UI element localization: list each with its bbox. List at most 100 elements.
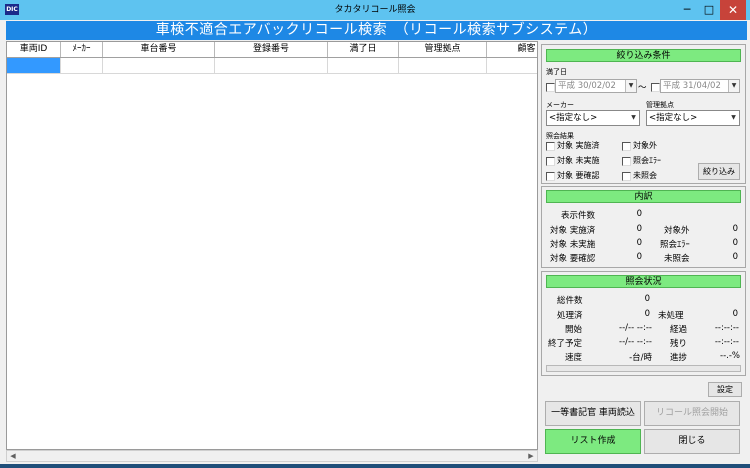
progress-label: 進捗 xyxy=(670,353,688,363)
close-button[interactable]: 閉じる xyxy=(644,429,740,454)
read-vehicles-button[interactable]: 一等書記官 車両読込 xyxy=(545,401,641,426)
expiry-filter-checkbox[interactable] xyxy=(546,83,555,92)
expiry-from-value: 平成 30/02/02 xyxy=(558,81,616,91)
maximize-button[interactable]: □ xyxy=(698,0,720,20)
speed-value: -台/時 xyxy=(629,353,652,363)
query-status-panel: 照会状況 総件数 0 処理済 0 未処理 0 開始 --/-- --:-- 経過… xyxy=(541,271,746,376)
scroll-right-icon[interactable]: ▶ xyxy=(525,451,537,461)
breakdown-value-not-queried: 0 xyxy=(732,252,738,262)
window-title: タカタリコール照会 xyxy=(334,5,416,15)
checkbox-target-needs-check[interactable] xyxy=(546,172,555,181)
remaining-label: 残り xyxy=(670,339,688,349)
breakdown-panel: 内訳 表示件数 0 対象 実施済 0 対象外 0 対象 未実施 0 照会ｴﾗｰ … xyxy=(541,186,746,268)
unprocessed-label: 未処理 xyxy=(658,311,684,321)
checkbox-label-not-queried: 未照会 xyxy=(633,171,657,180)
vehicle-grid[interactable]: 車両ID ﾒｰｶｰ 車台番号 登録番号 満了日 管理拠点 顧客 xyxy=(6,41,538,450)
checkbox-label-target-pending: 対象 未実施 xyxy=(557,156,600,165)
breakdown-value-target-pending: 0 xyxy=(636,238,642,248)
filter-panel: 絞り込み条件 満了日 平成 30/02/02 ▼ ～ 平成 31/04/02 ▼… xyxy=(541,44,746,184)
breakdown-header: 内訳 xyxy=(546,190,741,203)
start-time-value: --/-- --:-- xyxy=(619,323,652,333)
horizontal-scrollbar[interactable]: ◀ ▶ xyxy=(6,450,538,462)
status-header: 照会状況 xyxy=(546,275,741,288)
breakdown-label-target-pending: 対象 未実施 xyxy=(550,240,596,250)
column-header-customer[interactable]: 顧客 xyxy=(487,42,537,57)
expiry-from-date[interactable]: 平成 30/02/02 ▼ xyxy=(555,79,637,93)
taskbar-strip xyxy=(0,464,750,468)
expiry-to-value: 平成 31/04/02 xyxy=(663,81,721,91)
expiry-to-checkbox[interactable] xyxy=(651,83,660,92)
unprocessed-value: 0 xyxy=(732,309,738,319)
table-cell[interactable] xyxy=(328,58,399,73)
base-select-value: <指定なし> xyxy=(649,113,698,123)
scroll-left-icon[interactable]: ◀ xyxy=(7,451,19,461)
breakdown-label-query-error: 照会ｴﾗｰ xyxy=(660,240,690,250)
checkbox-label-query-error: 照会ｴﾗｰ xyxy=(633,156,661,165)
maker-label: メーカー xyxy=(546,101,574,109)
create-list-button[interactable]: リスト作成 xyxy=(545,429,641,454)
title-bar: DIC タカタリコール照会 ─ □ ✕ xyxy=(0,0,750,20)
table-cell[interactable] xyxy=(487,58,537,73)
chevron-down-icon[interactable]: ▼ xyxy=(628,111,639,125)
processed-value: 0 xyxy=(644,309,650,319)
base-select[interactable]: <指定なし> ▼ xyxy=(646,110,740,126)
expiry-to-date[interactable]: 平成 31/04/02 ▼ xyxy=(660,79,740,93)
start-time-label: 開始 xyxy=(565,325,583,335)
checkbox-target-done[interactable] xyxy=(546,142,555,151)
expected-end-value: --/-- --:-- xyxy=(619,337,652,347)
column-header-maker[interactable]: ﾒｰｶｰ xyxy=(61,42,103,57)
breakdown-label-target-done: 対象 実施済 xyxy=(550,226,596,236)
maker-select-value: <指定なし> xyxy=(549,113,598,123)
chevron-down-icon[interactable]: ▼ xyxy=(625,80,636,92)
date-range-tilde: ～ xyxy=(638,83,647,93)
display-count-value: 0 xyxy=(636,209,642,219)
checkbox-label-target-done: 対象 実施済 xyxy=(557,141,600,150)
breakdown-label-not-target: 対象外 xyxy=(664,226,690,236)
breakdown-value-not-target: 0 xyxy=(732,224,738,234)
chevron-down-icon[interactable]: ▼ xyxy=(728,80,739,92)
chevron-down-icon[interactable]: ▼ xyxy=(728,111,739,125)
total-count-value: 0 xyxy=(644,294,650,304)
breakdown-label-not-queried: 未照会 xyxy=(664,254,690,264)
column-header-management-base[interactable]: 管理拠点 xyxy=(399,42,487,57)
processed-label: 処理済 xyxy=(557,311,583,321)
table-row[interactable] xyxy=(7,58,537,74)
table-cell[interactable] xyxy=(399,58,487,73)
remaining-value: --:--:-- xyxy=(714,337,739,347)
breakdown-value-query-error: 0 xyxy=(732,238,738,248)
checkbox-label-target-needs-check: 対象 要確認 xyxy=(557,171,600,180)
settings-button[interactable]: 設定 xyxy=(708,382,742,397)
base-label: 管理拠点 xyxy=(646,101,674,109)
checkbox-query-error[interactable] xyxy=(622,157,631,166)
expected-end-label: 終了予定 xyxy=(548,339,583,349)
close-window-button[interactable]: ✕ xyxy=(720,0,746,20)
start-recall-query-button[interactable]: リコール照会開始 xyxy=(644,401,740,426)
column-header-vehicle-id[interactable]: 車両ID xyxy=(7,42,61,57)
maker-select[interactable]: <指定なし> ▼ xyxy=(546,110,640,126)
table-cell[interactable] xyxy=(215,58,328,73)
checkbox-label-not-target: 対象外 xyxy=(633,141,657,150)
column-header-expiry-date[interactable]: 満了日 xyxy=(328,42,399,57)
expiry-label: 満了日 xyxy=(546,68,567,76)
total-count-label: 総件数 xyxy=(557,296,583,306)
checkbox-not-target[interactable] xyxy=(622,142,631,151)
checkbox-not-queried[interactable] xyxy=(622,172,631,181)
elapsed-label: 経過 xyxy=(670,325,688,335)
checkbox-target-pending[interactable] xyxy=(546,157,555,166)
filter-button[interactable]: 絞り込み xyxy=(698,163,740,180)
breakdown-value-target-done: 0 xyxy=(636,224,642,234)
grid-header: 車両ID ﾒｰｶｰ 車台番号 登録番号 満了日 管理拠点 顧客 xyxy=(7,42,537,58)
table-cell-selected[interactable] xyxy=(7,58,61,73)
speed-label: 速度 xyxy=(565,353,583,363)
progress-value: --.-% xyxy=(720,351,740,361)
progress-bar xyxy=(546,365,741,372)
display-count-label: 表示件数 xyxy=(561,211,596,221)
column-header-chassis-number[interactable]: 車台番号 xyxy=(103,42,215,57)
table-cell[interactable] xyxy=(61,58,103,73)
table-cell[interactable] xyxy=(103,58,215,73)
column-header-registration-number[interactable]: 登録番号 xyxy=(215,42,328,57)
filter-header: 絞り込み条件 xyxy=(546,49,741,62)
page-title: 車検不適合エアバックリコール検索 （リコール検索サブシステム） xyxy=(6,21,747,40)
minimize-button[interactable]: ─ xyxy=(676,0,698,20)
breakdown-value-target-needs-check: 0 xyxy=(636,252,642,262)
